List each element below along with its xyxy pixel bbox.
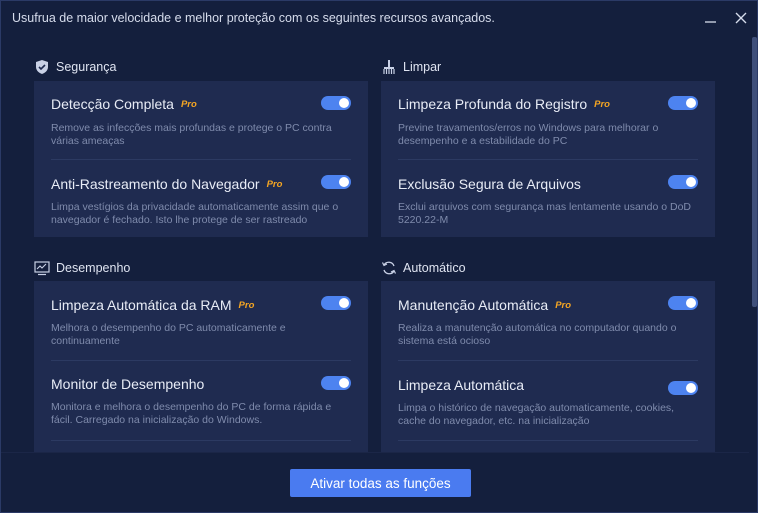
- dialog-window: Usufrua de maior velocidade e melhor pro…: [0, 0, 758, 513]
- section-auto-header: Automático: [381, 259, 466, 277]
- toggle-knob: [686, 177, 696, 187]
- feature-description-line: cache do navegador, etc. na inicializaçã…: [398, 415, 590, 427]
- feature-description-line: continuamente: [51, 335, 120, 347]
- feature-item: Limpeza Automática Limpa o histórico de …: [381, 361, 715, 441]
- toggle-knob: [686, 383, 696, 393]
- window-title: Usufrua de maior velocidade e melhor pro…: [12, 11, 495, 25]
- feature-description-line: Previne travamentos/erros no Windows par…: [398, 122, 659, 134]
- feature-item: Monitor de Desempenho Monitora e melhora…: [34, 361, 368, 441]
- feature-item: Exclusão Segura de Arquivos Exclui arqui…: [381, 160, 715, 237]
- security-panel: Detecção Completa Pro Remove as infecçõe…: [34, 81, 368, 237]
- broom-icon: [381, 59, 397, 75]
- divider: [51, 440, 351, 441]
- toggle-switch[interactable]: [668, 381, 698, 395]
- section-clean-header: Limpar: [381, 58, 441, 76]
- toggle-switch[interactable]: [321, 376, 351, 390]
- feature-description-line: navegador é fechado. Isto lhe protege de…: [51, 214, 308, 226]
- toggle-switch[interactable]: [668, 296, 698, 310]
- feature-description: Melhora o desempenho do PC automaticamen…: [51, 322, 286, 348]
- footer-divider: [1, 452, 749, 453]
- features-scroll-area[interactable]: Segurança Detecção Completa Pro Remove a…: [1, 35, 749, 453]
- section-auto-label: Automático: [403, 261, 466, 275]
- minimize-button[interactable]: [700, 7, 722, 29]
- title-bar: Usufrua de maior velocidade e melhor pro…: [1, 1, 758, 35]
- auto-panel: Manutenção Automática Pro Realiza a manu…: [381, 281, 715, 453]
- feature-description-line: Realiza a manutenção automática no compu…: [398, 322, 677, 334]
- refresh-icon: [381, 260, 397, 276]
- feature-description-line: 5220.22-M: [398, 214, 449, 226]
- feature-item: Limpeza Automática da RAM Pro Melhora o …: [34, 281, 368, 360]
- feature-title-text: Manutenção Automática: [398, 297, 549, 313]
- feature-description: Exclui arquivos com segurança mas lentam…: [398, 201, 691, 227]
- feature-title-text: Limpeza Automática da RAM: [51, 297, 232, 313]
- feature-title-text: Detecção Completa: [51, 96, 174, 112]
- minimize-icon: [705, 21, 716, 23]
- toggle-switch[interactable]: [668, 96, 698, 110]
- performance-panel: Limpeza Automática da RAM Pro Melhora o …: [34, 281, 368, 453]
- section-clean-label: Limpar: [403, 60, 442, 74]
- feature-description-line: fácil. Carregado na inicialização do Win…: [51, 414, 263, 426]
- feature-title-text: Exclusão Segura de Arquivos: [398, 176, 581, 192]
- feature-title: Limpeza Automática da RAM Pro: [51, 297, 254, 313]
- section-performance-header: Desempenho: [34, 259, 130, 277]
- toggle-knob: [686, 98, 696, 108]
- feature-description-line: Limpa o histórico de navegação automatic…: [398, 402, 675, 414]
- feature-description: Limpa o histórico de navegação automatic…: [398, 402, 674, 428]
- feature-description: Remove as infecções mais profundas e pro…: [51, 122, 332, 148]
- pro-badge: Pro: [180, 98, 197, 110]
- feature-item: Manutenção Automática Pro Realiza a manu…: [381, 281, 715, 360]
- feature-item: Detecção Completa Pro Remove as infecçõe…: [34, 81, 368, 159]
- feature-description-line: Melhora o desempenho do PC automaticamen…: [51, 322, 286, 334]
- pro-badge: Pro: [555, 299, 572, 311]
- toggle-knob: [339, 98, 349, 108]
- feature-title-text: Monitor de Desempenho: [51, 376, 205, 392]
- feature-description-line: várias ameaças: [51, 135, 125, 147]
- section-performance-label: Desempenho: [56, 261, 131, 275]
- feature-description: Realiza a manutenção automática no compu…: [398, 322, 676, 348]
- feature-description-line: sistema está ocioso: [398, 335, 491, 347]
- feature-title: Detecção Completa Pro: [51, 96, 197, 112]
- feature-description-line: Remove as infecções mais profundas e pro…: [51, 122, 332, 134]
- close-icon: [735, 12, 747, 24]
- section-security-header: Segurança: [34, 58, 116, 76]
- close-button[interactable]: [730, 7, 752, 29]
- pro-badge: Pro: [238, 299, 255, 311]
- toggle-knob: [339, 298, 349, 308]
- feature-description: Monitora e melhora o desempenho do PC de…: [51, 401, 331, 427]
- section-security-label: Segurança: [56, 60, 117, 74]
- feature-title: Monitor de Desempenho: [51, 376, 204, 392]
- toggle-knob: [339, 378, 349, 388]
- monitor-chart-icon: [34, 260, 50, 276]
- shield-check-icon: [34, 59, 50, 75]
- feature-description-line: desempenho e a estabilidade do PC: [398, 135, 568, 147]
- pro-badge: Pro: [594, 98, 610, 110]
- toggle-switch[interactable]: [668, 175, 698, 189]
- feature-description: Limpa vestígios da privacidade automatic…: [51, 201, 338, 227]
- feature-description-line: Limpa vestígios da privacidade automatic…: [51, 201, 339, 213]
- feature-title: Limpeza Automática: [398, 377, 524, 393]
- scrollbar-thumb[interactable]: [752, 37, 757, 307]
- toggle-switch[interactable]: [321, 296, 351, 310]
- pro-badge: Pro: [266, 178, 283, 190]
- feature-title: Anti-Rastreamento do Navegador Pro: [51, 176, 282, 192]
- toggle-knob: [339, 177, 349, 187]
- clean-panel: Limpeza Profunda do Registro Pro Previne…: [381, 81, 715, 237]
- feature-description: Previne travamentos/erros no Windows par…: [398, 122, 658, 148]
- toggle-switch[interactable]: [321, 96, 351, 110]
- divider: [398, 440, 698, 441]
- feature-item: Anti-Rastreamento do Navegador Pro Limpa…: [34, 160, 368, 237]
- feature-title-text: Limpeza Profunda do Registro: [398, 96, 588, 112]
- feature-title-text: Anti-Rastreamento do Navegador: [51, 176, 260, 192]
- feature-item: Limpeza Profunda do Registro Pro Previne…: [381, 81, 715, 159]
- feature-description-line: Exclui arquivos com segurança mas lentam…: [398, 201, 691, 213]
- feature-title-text: Limpeza Automática: [398, 377, 525, 393]
- toggle-knob: [686, 298, 696, 308]
- feature-title: Manutenção Automática Pro: [398, 297, 571, 313]
- feature-title: Exclusão Segura de Arquivos: [398, 176, 581, 192]
- toggle-switch[interactable]: [321, 175, 351, 189]
- feature-description-line: Monitora e melhora o desempenho do PC de…: [51, 401, 332, 413]
- feature-title: Limpeza Profunda do Registro Pro: [398, 96, 610, 112]
- activate-all-button[interactable]: Ativar todas as funções: [290, 469, 471, 497]
